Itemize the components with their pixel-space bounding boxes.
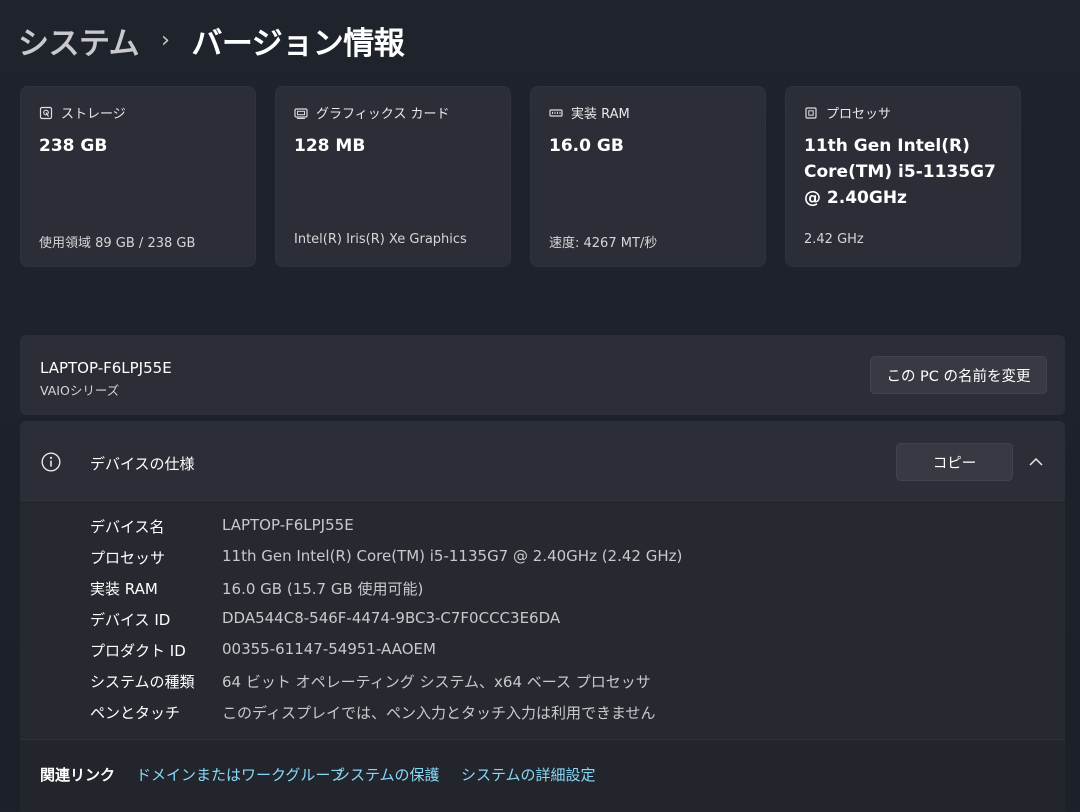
processor-icon [805, 106, 817, 119]
spec-key: プロセッサ [90, 549, 166, 567]
spec-row: システムの種類 64 ビット オペレーティング システム、x64 ベース プロセッ… [90, 671, 651, 692]
spec-row: デバイス名 LAPTOP-F6LPJ55E [90, 516, 354, 537]
spec-key: デバイス名 [90, 518, 165, 536]
breadcrumb: システム › バージョン情報 [18, 18, 405, 63]
advanced-system-settings-link[interactable]: システムの詳細設定 [461, 764, 596, 785]
page-title: バージョン情報 [191, 26, 405, 62]
card-subtext: 使用領域 89 GB / 238 GB [39, 236, 196, 251]
spec-value: 16.0 GB (15.7 GB 使用可能) [222, 580, 424, 598]
spec-value: DDA544C8-546F-4474-9BC3-C7F0CCC3E6DA [222, 609, 561, 627]
card-title: 実装 RAM [571, 107, 630, 122]
breadcrumb-system[interactable]: システム [18, 18, 140, 63]
card-title: プロセッサ [826, 107, 892, 122]
device-specs-header[interactable]: デバイスの仕様 コピー [20, 421, 1065, 503]
graphics-card-icon [294, 107, 308, 119]
pc-name: LAPTOP-F6LPJ55E [40, 359, 172, 377]
ram-card: 実装 RAM 16.0 GB 速度: 4267 MT/秒 [530, 86, 766, 267]
card-subtext: 2.42 GHz [804, 232, 864, 247]
card-subtext: Intel(R) Iris(R) Xe Graphics [294, 232, 467, 247]
device-specs-title: デバイスの仕様 [90, 455, 195, 473]
breadcrumb-chevron-icon: › [161, 28, 170, 53]
spec-row: 実装 RAM 16.0 GB (15.7 GB 使用可能) [90, 578, 423, 599]
card-title: グラフィックス カード [316, 107, 450, 122]
related-links-label: 関連リンク [40, 766, 116, 784]
spec-key: プロダクト ID [90, 642, 186, 660]
spec-key: 実装 RAM [90, 580, 158, 598]
storage-card: ストレージ 238 GB 使用領域 89 GB / 238 GB [20, 86, 256, 267]
card-title: ストレージ [61, 107, 126, 122]
spec-value: LAPTOP-F6LPJ55E [222, 516, 354, 534]
pc-model: VAIOシリーズ [40, 383, 120, 398]
card-value: 16.0 GB [549, 136, 624, 156]
spec-row: プロセッサ 11th Gen Intel(R) Core(TM) i5-1135G… [90, 547, 682, 568]
info-icon [41, 452, 61, 472]
chevron-up-icon[interactable] [1025, 451, 1047, 473]
spec-row: デバイス ID DDA544C8-546F-4474-9BC3-C7F0CCC3E… [90, 609, 560, 630]
pc-name-panel: LAPTOP-F6LPJ55E VAIOシリーズ この PC の名前を変更 [20, 335, 1065, 415]
related-links-bar: 関連リンク ドメインまたはワークグループ システムの保護 システムの詳細設定 [20, 739, 1065, 812]
spec-value: 64 ビット オペレーティング システム、x64 ベース プロセッサ [222, 673, 651, 691]
spec-row: プロダクト ID 00355-61147-54951-AAOEM [90, 640, 436, 661]
system-protection-link[interactable]: システムの保護 [335, 764, 440, 785]
spec-value: このディスプレイでは、ペン入力とタッチ入力は利用できません [222, 704, 656, 722]
spec-value: 00355-61147-54951-AAOEM [222, 640, 436, 658]
ram-icon [549, 108, 563, 117]
storage-icon [39, 106, 53, 119]
spec-key: システムの種類 [90, 673, 195, 691]
graphics-card: グラフィックス カード 128 MB Intel(R) Iris(R) Xe G… [275, 86, 511, 267]
rename-pc-button[interactable]: この PC の名前を変更 [870, 356, 1047, 394]
device-specs-panel: デバイスの仕様 コピー デバイス名 LAPTOP-F6LPJ55E プロセッサ 11… [20, 421, 1065, 739]
spec-row: ペンとタッチ このディスプレイでは、ペン入力とタッチ入力は利用できません [90, 702, 656, 723]
device-specs-body: デバイス名 LAPTOP-F6LPJ55E プロセッサ 11th Gen Intel… [20, 503, 1065, 739]
domain-workgroup-link[interactable]: ドメインまたはワークグループ [136, 764, 345, 785]
processor-card: プロセッサ 11th Gen Intel(R) Core(TM) i5-1135… [785, 86, 1021, 267]
card-value: 238 GB [39, 136, 108, 156]
spec-value: 11th Gen Intel(R) Core(TM) i5-1135G7 @ 2… [222, 547, 683, 565]
spec-key: ペンとタッチ [90, 704, 181, 722]
spec-key: デバイス ID [90, 611, 171, 629]
card-value: 128 MB [294, 136, 366, 156]
card-subtext: 速度: 4267 MT/秒 [549, 236, 658, 251]
card-value: 11th Gen Intel(R) Core(TM) i5-1135G7 @ 2… [804, 136, 996, 208]
copy-button[interactable]: コピー [896, 443, 1013, 481]
